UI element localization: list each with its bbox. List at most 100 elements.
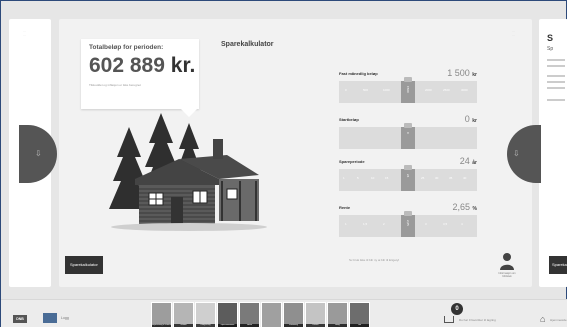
peek-text-line: [547, 59, 565, 61]
thumbnail[interactable]: Finans: [305, 302, 326, 327]
total-unit: kr.: [170, 54, 196, 77]
total-amount: 602 889: [89, 54, 165, 77]
thumbnail[interactable]: [261, 302, 282, 327]
log-cabin-illustration: [109, 113, 267, 231]
side-card-right[interactable]: S Sp Sparekalkulator: [539, 19, 567, 287]
tick-label: 15: [385, 176, 389, 180]
calculator-tab[interactable]: Sparekalkulator: [65, 256, 103, 274]
thumbnail[interactable]: Rådgivning: [195, 302, 216, 327]
peek-title: S: [547, 33, 554, 43]
tick-label: 5: [357, 176, 359, 180]
row-label: Startbeløp: [339, 117, 359, 122]
tick-label: 30: [435, 176, 439, 180]
tick-label: 35: [449, 176, 453, 180]
person-caption: Informasjon om bibliotek: [498, 272, 516, 278]
row-value: 0 kr: [465, 114, 477, 124]
slider-knob[interactable]: 1500: [401, 77, 415, 103]
tick-label: 0: [345, 88, 347, 92]
thumbnail[interactable]: Lån: [349, 302, 370, 327]
tray-icon[interactable]: [444, 316, 454, 323]
peek-text-line: [547, 81, 565, 83]
slider-knob-handle[interactable]: [404, 211, 412, 216]
peek-text-line: [547, 87, 565, 89]
peek-text-line: [547, 99, 565, 101]
download-icon: ⇩: [35, 149, 42, 158]
tick-label: 1: [343, 176, 345, 180]
row-value: 2,65 %: [453, 202, 478, 212]
row-label: Fast månedlig beløp: [339, 71, 378, 76]
thumbnail[interactable]: Sparekalkulator: [217, 302, 238, 327]
peek-tab[interactable]: Sparekalkulator: [549, 256, 567, 274]
tick-label: 3,5: [443, 222, 448, 226]
total-note: Tilskuddet og inflasjon er ikke beregnet: [89, 83, 141, 87]
tick-label: 1000: [383, 88, 390, 92]
row-value: 1 500 kr: [447, 68, 477, 78]
slider-knob-handle[interactable]: [404, 165, 412, 170]
thumbnail[interactable]: Forsikring: [283, 302, 304, 327]
calculator-title: Sparekalkulator: [221, 41, 274, 48]
row-label: Spareperiode: [339, 159, 365, 164]
row-value-number: 0: [464, 114, 470, 124]
side-card-left-corner: ··· ···: [23, 29, 26, 37]
tick-label: 2500: [443, 88, 450, 92]
row-value-unit: år: [472, 160, 477, 166]
row-value-unit: %: [472, 206, 477, 212]
thumbnail[interactable]: Studiet: [173, 302, 194, 327]
thumbnail[interactable]: Miljøvennlig til Kommuner: [151, 302, 172, 327]
tick-label: 2: [383, 222, 385, 226]
knob-label: 1500: [406, 86, 410, 93]
book-label[interactable]: Logg: [61, 316, 69, 320]
thumbnail[interactable]: Bolig: [327, 302, 348, 327]
bottom-note: Sv bruk ikke til blir ny ai blir til Eri…: [349, 258, 400, 262]
row-value-unit: kr: [472, 72, 477, 78]
tick-label: 500: [363, 88, 369, 92]
total-amount-box: Totalbeløp for perioden: 602 889 kr. Til…: [81, 39, 199, 117]
tick-label: 3: [425, 222, 427, 226]
tick-label: 25: [421, 176, 425, 180]
app-frame: ··· ··· ··· ··· Totalbeløp for perioden: 6…: [0, 0, 567, 327]
person-icon[interactable]: [499, 252, 515, 270]
knob-label: 24: [406, 174, 410, 178]
download-icon: ⇩: [513, 149, 520, 158]
logo[interactable]: DNB: [13, 315, 27, 323]
total-value: 602 889 kr.: [89, 54, 195, 78]
previous-slide-button[interactable]: ⇩: [19, 125, 57, 183]
book-icon[interactable]: [43, 313, 57, 323]
slider-track[interactable]: 0 500 1000 2000 2500 3000 1500: [339, 77, 477, 103]
tick-label: 40: [463, 176, 467, 180]
tick-label: 2000: [425, 88, 432, 92]
row-value-number: 1 500: [447, 68, 470, 78]
slider-knob[interactable]: 2,65: [401, 211, 415, 237]
row-value-unit: kr: [472, 118, 477, 124]
knob-label: 0: [406, 132, 410, 134]
row-label: Rente: [339, 205, 351, 210]
slider-track[interactable]: 0: [339, 123, 477, 149]
total-label: Totalbeløp for perioden:: [89, 44, 164, 51]
slider-knob[interactable]: 0: [401, 123, 415, 149]
favorites-label[interactable]: Du har 0 favoritter til lagring: [459, 318, 496, 322]
home-label[interactable]: Hjemmeside: [550, 318, 567, 322]
row-value-number: 24: [459, 156, 470, 166]
tick-label: 1: [345, 222, 347, 226]
slider-knob[interactable]: 24: [401, 165, 415, 191]
row-value: 24 år: [460, 156, 477, 166]
tick-label: 1,5: [363, 222, 368, 226]
favorites-count-badge: 0: [451, 303, 463, 315]
home-icon[interactable]: ⌂: [540, 315, 545, 324]
bottom-bar: DNB Logg Miljøvennlig til Kommuner Studi…: [1, 299, 567, 327]
slider-track[interactable]: 1 1,5 2 3 3,5 4 2,65: [339, 211, 477, 237]
slider-knob-handle[interactable]: [404, 77, 412, 82]
calculator-card: ··· ··· Totalbeløp for perioden: 602 889 …: [59, 19, 532, 287]
row-value-number: 2,65: [452, 202, 471, 212]
knob-label: 2,65: [406, 220, 410, 226]
card-corner: ··· ···: [512, 29, 515, 37]
peek-text-line: [547, 75, 565, 77]
slider-knob-handle[interactable]: [404, 123, 412, 128]
tick-label: 3000: [461, 88, 468, 92]
tick-label: 10: [371, 176, 375, 180]
thumbnail[interactable]: Helse: [239, 302, 260, 327]
tick-label: 4: [461, 222, 463, 226]
peek-subtitle: Sp: [547, 46, 554, 52]
peek-text-line: [547, 65, 565, 67]
slider-track[interactable]: 1 5 10 15 25 30 35 40 24: [339, 165, 477, 191]
